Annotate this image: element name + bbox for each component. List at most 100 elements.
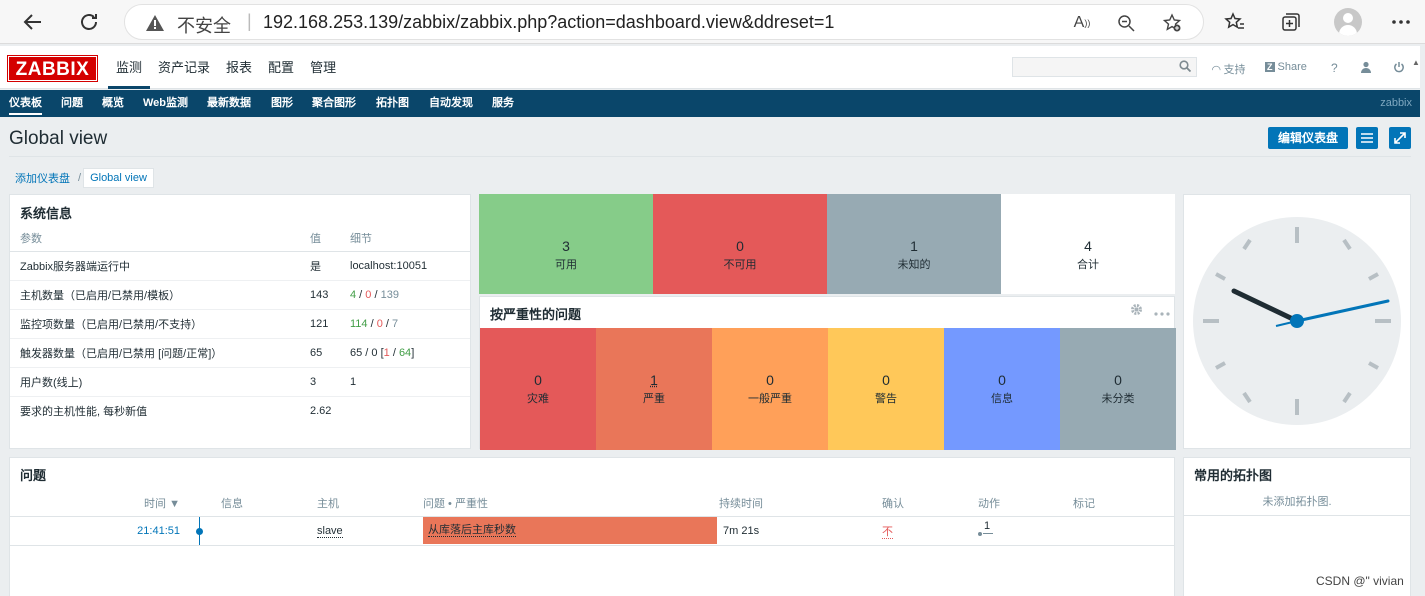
problem-time[interactable]: 21:41:51 <box>10 516 180 545</box>
clock-widget <box>1183 194 1411 449</box>
gear-icon[interactable] <box>1130 303 1143 319</box>
top-menu-inventory[interactable]: 资产记录 <box>150 46 218 89</box>
logout-icon[interactable] <box>1393 61 1405 73</box>
col-host: 主机 <box>317 490 423 516</box>
search-icon[interactable] <box>1179 60 1191 75</box>
add-favorite-icon[interactable] <box>1161 12 1183 34</box>
edit-dashboard-button[interactable]: 编辑仪表盘 <box>1268 127 1348 149</box>
detail-bracket: ] <box>411 347 414 359</box>
menu-icon <box>1361 133 1373 143</box>
severity-count: 0 <box>480 372 596 388</box>
support-link[interactable]: ◠ 支持 <box>1212 61 1245 77</box>
severity-tile-average[interactable]: 0 一般严重 <box>712 328 828 450</box>
problem-name-text: 从库落后主库秒数 <box>428 524 516 537</box>
zabbix-logo[interactable]: ZABBIX <box>8 56 97 81</box>
submenu-graphs[interactable]: 图形 <box>271 90 293 117</box>
sub-menu: 仪表板 问题 概览 Web监测 最新数据 图形 聚合图形 拓扑图 自动发现 服务… <box>0 90 1420 117</box>
value-cell: 是 <box>300 251 340 280</box>
problems-title: 问题 <box>20 465 46 484</box>
submenu-overview[interactable]: 概览 <box>102 90 124 117</box>
more-options-icon[interactable] <box>1386 7 1416 37</box>
detail-separator: / <box>368 318 377 330</box>
detail-separator: / <box>356 289 365 301</box>
value-cell: 143 <box>300 280 340 309</box>
severity-tile-not-classified[interactable]: 0 未分类 <box>1060 328 1176 450</box>
col-duration: 持续时间 <box>719 490 882 516</box>
problem-ack[interactable]: 不 <box>882 526 893 539</box>
help-link[interactable]: ? <box>1331 61 1338 75</box>
severity-title: 按严重性的问题 <box>490 304 581 323</box>
submenu-discovery[interactable]: 自动发现 <box>429 90 473 117</box>
host-availability-widget: 3 可用 0 不可用 1 未知的 4 合计 <box>479 194 1175 296</box>
col-time[interactable]: 时间 ▼ <box>10 490 180 516</box>
address-bar[interactable]: 不安全 | 192.168.253.139/zabbix/zabbix.php?… <box>124 4 1204 40</box>
top-menu-monitoring[interactable]: 监测 <box>108 46 150 89</box>
support-label: 支持 <box>1223 61 1245 77</box>
severity-count: 0 <box>944 372 1060 388</box>
param-cell: 监控项数量（已启用/已禁用/不支持） <box>10 309 300 338</box>
problem-name[interactable]: 从库落后主库秒数 <box>423 517 717 544</box>
availability-count: 1 <box>827 238 1001 254</box>
severity-count[interactable]: 1 <box>596 372 712 388</box>
submenu-dashboard[interactable]: 仪表板 <box>9 90 42 117</box>
severity-label: 灾难 <box>480 390 596 406</box>
share-link[interactable]: Z Share <box>1265 61 1307 73</box>
detail-separator: / <box>371 289 380 301</box>
severity-label: 警告 <box>828 390 944 406</box>
submenu-services[interactable]: 服务 <box>492 90 514 117</box>
collections-icon[interactable] <box>1276 7 1306 37</box>
col-parameter: 参数 <box>10 225 300 251</box>
headset-icon: ◠ <box>1212 63 1220 76</box>
top-menu-administration[interactable]: 管理 <box>302 46 344 89</box>
submenu-screens[interactable]: 聚合图形 <box>312 90 356 117</box>
severity-tile-disaster[interactable]: 0 灾难 <box>480 328 596 450</box>
widget-menu-icon[interactable] <box>1154 305 1170 319</box>
actions-icon[interactable]: 1 <box>978 520 998 538</box>
dashboard-menu-button[interactable] <box>1356 127 1378 149</box>
read-aloud-icon[interactable]: A)) <box>1071 12 1093 34</box>
submenu-latest-data[interactable]: 最新数据 <box>207 90 251 117</box>
availability-tile-available[interactable]: 3 可用 <box>479 194 653 294</box>
severity-tile-high[interactable]: 1 严重 <box>596 328 712 450</box>
favorites-icon[interactable] <box>1220 7 1250 37</box>
problem-host[interactable]: slave <box>317 525 343 538</box>
availability-label: 可用 <box>479 256 653 272</box>
submenu-maps[interactable]: 拓扑图 <box>376 90 409 117</box>
problem-name-cell: 从库落后主库秒数 <box>423 516 719 545</box>
breadcrumb-global-view[interactable]: Global view <box>83 168 154 188</box>
scroll-up-arrow[interactable]: ▲ <box>1412 58 1420 67</box>
col-value: 值 <box>300 225 340 251</box>
param-cell: 要求的主机性能, 每秒新值 <box>10 396 300 425</box>
detail-separator: / <box>390 347 399 359</box>
availability-tile-unavailable[interactable]: 0 不可用 <box>653 194 827 294</box>
refresh-icon[interactable] <box>74 7 104 37</box>
browser-toolbar: 不安全 | 192.168.253.139/zabbix/zabbix.php?… <box>0 0 1425 44</box>
top-menu-reports[interactable]: 报表 <box>218 46 260 89</box>
share-label: Share <box>1278 61 1307 73</box>
zabbix-header: ZABBIX 监测 资产记录 报表 配置 管理 ◠ 支持 Z Share ? <box>0 46 1420 89</box>
problem-info <box>221 516 317 545</box>
fullscreen-button[interactable] <box>1389 127 1411 149</box>
submenu-problems[interactable]: 问题 <box>61 90 83 117</box>
detail-cell <box>340 396 470 425</box>
severity-tile-information[interactable]: 0 信息 <box>944 328 1060 450</box>
top-menu: 监测 资产记录 报表 配置 管理 <box>108 46 344 89</box>
timeline-dot <box>196 528 203 535</box>
url-text[interactable]: 192.168.253.139/zabbix/zabbix.php?action… <box>263 12 834 33</box>
user-profile-icon[interactable] <box>1360 61 1372 73</box>
back-icon[interactable] <box>18 7 48 37</box>
search-input[interactable] <box>1013 58 1173 76</box>
top-menu-configuration[interactable]: 配置 <box>260 46 302 89</box>
search-box <box>1012 57 1197 77</box>
clock-face <box>1184 195 1412 450</box>
detail-cell: 1 <box>340 367 470 396</box>
availability-tile-unknown[interactable]: 1 未知的 <box>827 194 1001 294</box>
actions-count: 1 <box>984 520 990 532</box>
submenu-web[interactable]: Web监测 <box>143 90 188 117</box>
profile-avatar[interactable] <box>1334 8 1362 36</box>
col-info: 信息 <box>221 490 317 516</box>
address-separator: | <box>247 11 252 32</box>
zoom-icon[interactable] <box>1115 12 1137 34</box>
breadcrumb-add-dashboard[interactable]: 添加仪表盘 <box>9 170 76 186</box>
severity-tile-warning[interactable]: 0 警告 <box>828 328 944 450</box>
